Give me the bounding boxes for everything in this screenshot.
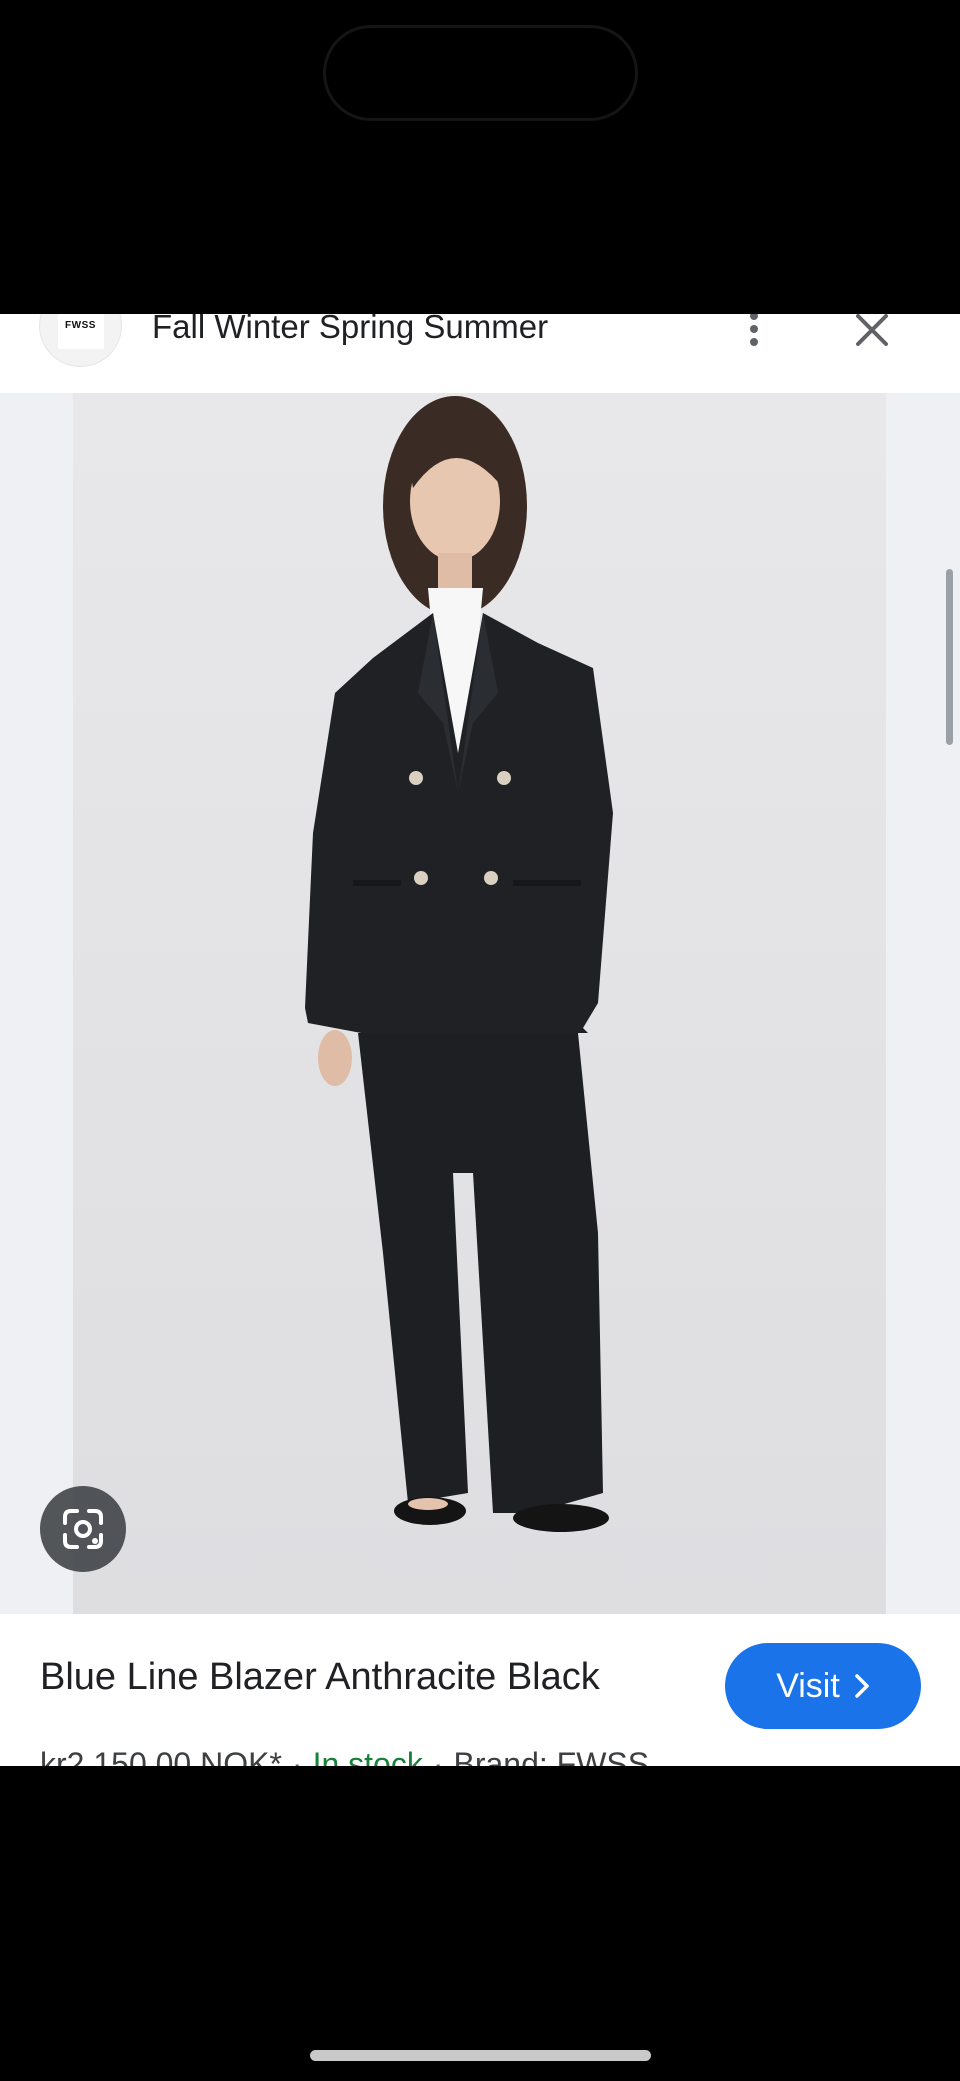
- visit-button[interactable]: Visit: [725, 1643, 921, 1729]
- scrollbar[interactable]: [946, 569, 953, 745]
- google-lens-icon: [63, 1509, 103, 1549]
- separator-dot: ·: [432, 1746, 444, 1766]
- chevron-right-icon: [855, 1674, 869, 1698]
- product-title[interactable]: Blue Line Blazer Anthracite Black: [40, 1656, 600, 1699]
- product-meta: kr2 150,00 NOK* · In stock · Brand: FWSS: [40, 1746, 649, 1766]
- more-options-button[interactable]: [736, 314, 772, 356]
- status-bar-area: [0, 0, 960, 314]
- image-detail-sheet: FWSS Fall Winter Spring Summer Blue Line…: [0, 314, 960, 1766]
- product-brand: Brand: FWSS: [453, 1746, 650, 1766]
- visit-label: Visit: [776, 1666, 840, 1705]
- site-logo[interactable]: FWSS: [39, 314, 122, 367]
- product-price: kr2 150,00 NOK*: [40, 1746, 282, 1766]
- lens-search-button[interactable]: [40, 1486, 126, 1572]
- stock-status: In stock: [312, 1746, 423, 1766]
- source-header: FWSS Fall Winter Spring Summer: [0, 314, 960, 394]
- separator-dot: ·: [291, 1746, 303, 1766]
- product-photo[interactable]: [73, 393, 886, 1614]
- camera-cutout: [323, 25, 638, 121]
- home-indicator[interactable]: [310, 2050, 651, 2061]
- image-viewer[interactable]: [0, 393, 960, 1614]
- more-vert-icon: [736, 314, 772, 346]
- site-name[interactable]: Fall Winter Spring Summer: [152, 314, 548, 346]
- close-button[interactable]: [852, 314, 892, 350]
- close-icon: [856, 314, 888, 346]
- site-logo-text: FWSS: [57, 314, 104, 349]
